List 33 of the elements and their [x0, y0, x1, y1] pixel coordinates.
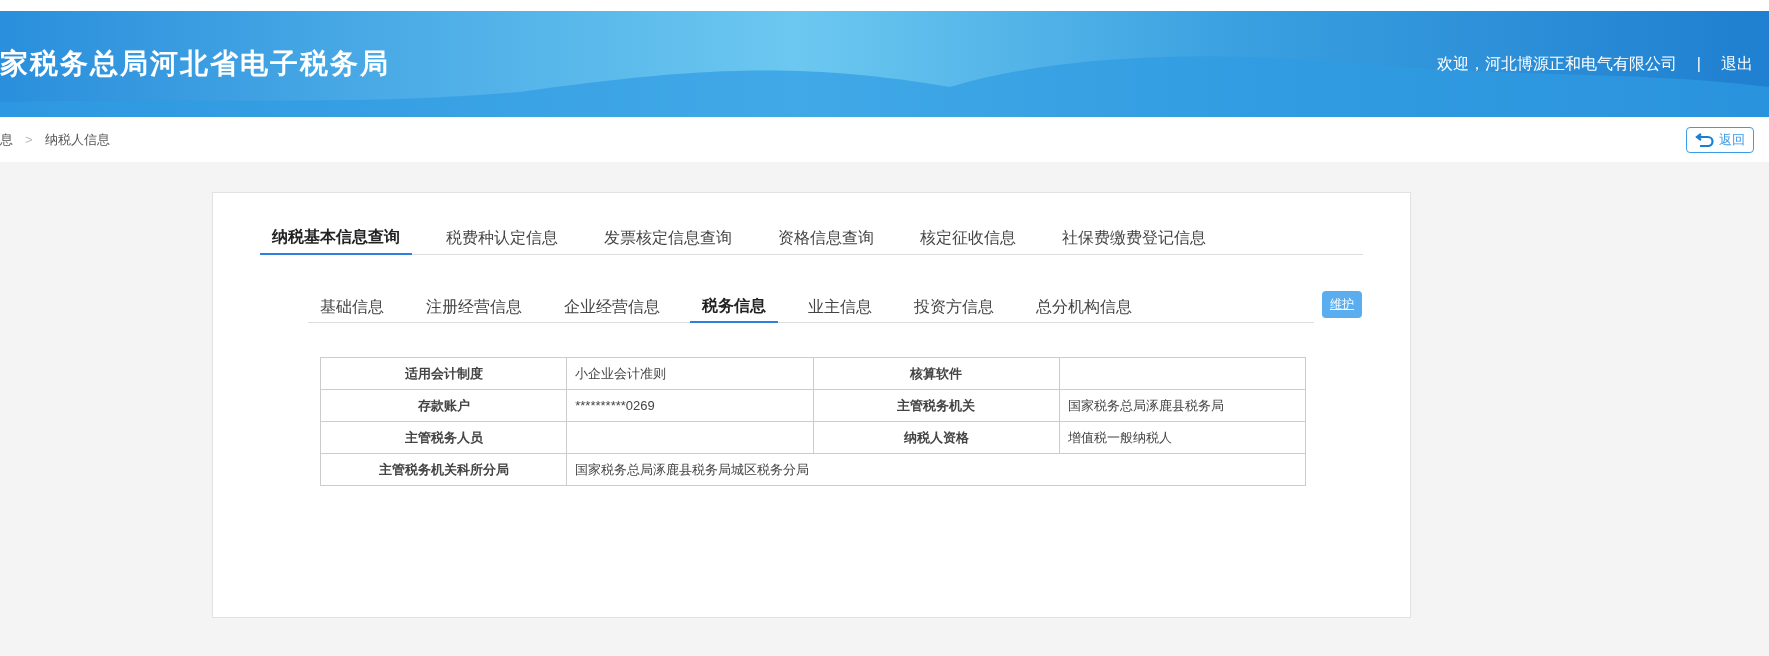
field-label: 主管税务人员	[320, 421, 567, 454]
field-value: 国家税务总局涿鹿县税务局	[1059, 389, 1306, 422]
field-label: 主管税务机关	[813, 389, 1060, 422]
welcome-text: 欢迎，河北博源正和电气有限公司	[1436, 54, 1677, 74]
field-value: 增值税一般纳税人	[1059, 421, 1306, 454]
field-label: 适用会计制度	[320, 357, 567, 390]
main-tab[interactable]: 资格信息查询	[766, 221, 886, 255]
sub-tab[interactable]: 企业经营信息	[552, 291, 672, 323]
sub-tab[interactable]: 总分机构信息	[1024, 291, 1144, 323]
sub-tab[interactable]: 注册经营信息	[414, 291, 534, 323]
separator-text: |	[1696, 54, 1701, 74]
breadcrumb-separator: >	[25, 130, 33, 149]
return-arrow-icon	[1695, 132, 1715, 147]
field-label: 主管税务机关科所分局	[320, 453, 567, 486]
site-title: 家税务总局河北省电子税务局	[0, 47, 390, 81]
breadcrumb-item[interactable]: 息	[0, 129, 13, 150]
logout-link[interactable]: 退出	[1721, 52, 1753, 76]
field-label: 纳税人资格	[813, 421, 1060, 454]
main-tab[interactable]: 发票核定信息查询	[592, 221, 744, 255]
field-value: **********0269	[566, 389, 813, 422]
breadcrumb-item[interactable]: 纳税人信息	[44, 129, 110, 150]
main-tab[interactable]: 纳税基本信息查询	[260, 221, 412, 255]
field-value: 小企业会计准则	[566, 357, 813, 390]
sub-tab[interactable]: 税务信息	[690, 291, 778, 323]
sub-tab[interactable]: 投资方信息	[902, 291, 1006, 323]
main-tab[interactable]: 核定征收信息	[908, 221, 1028, 255]
sub-tab[interactable]: 业主信息	[796, 291, 884, 323]
field-label: 存款账户	[320, 389, 567, 422]
main-tab[interactable]: 社保费缴费登记信息	[1050, 221, 1218, 255]
field-label: 核算软件	[813, 357, 1060, 390]
main-tab[interactable]: 税费种认定信息	[434, 221, 570, 255]
sub-tab[interactable]: 基础信息	[308, 291, 396, 323]
field-value: 国家税务总局涿鹿县税务局城区税务分局	[566, 453, 1306, 486]
